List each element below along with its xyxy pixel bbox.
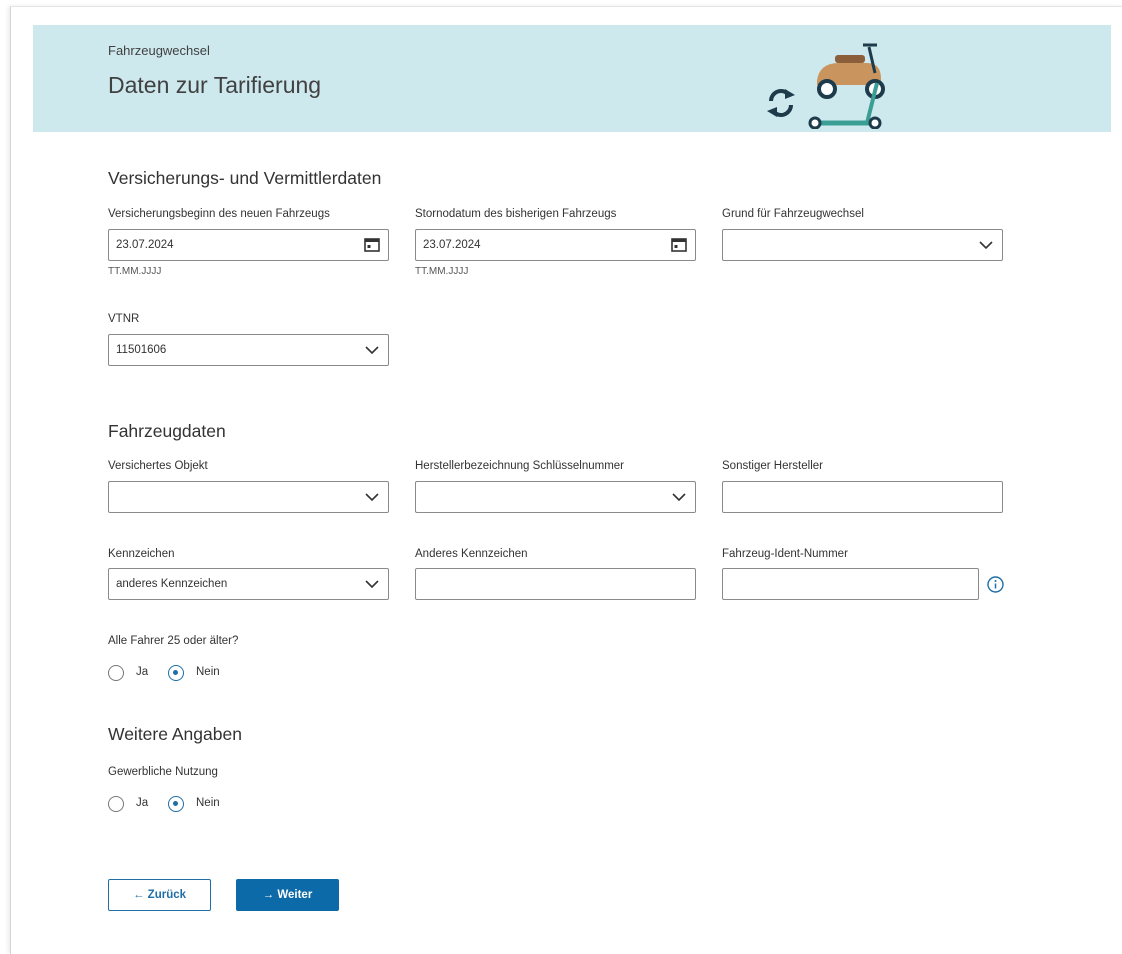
cancel-date-input[interactable]: 23.07.2024 [415, 229, 696, 261]
commercial-yes-label[interactable]: Ja [136, 797, 148, 809]
start-date-value: 23.07.2024 [116, 239, 174, 251]
calendar-icon[interactable] [671, 238, 687, 252]
commercial-no-radio[interactable] [168, 796, 184, 812]
chevron-down-icon [365, 346, 379, 355]
chevron-down-icon [365, 580, 379, 589]
reason-select[interactable] [722, 229, 1003, 261]
start-date-input[interactable]: 23.07.2024 [108, 229, 389, 261]
vtnr-select[interactable]: 11501606 [108, 334, 389, 366]
commercial-no-label[interactable]: Nein [196, 797, 220, 809]
other-plate-label: Anderes Kennzeichen [415, 548, 528, 560]
reason-label: Grund für Fahrzeugwechsel [722, 208, 864, 220]
drivers-yes-label[interactable]: Ja [136, 666, 148, 678]
calendar-icon[interactable] [364, 238, 380, 252]
drivers-no-label[interactable]: Nein [196, 666, 220, 678]
start-date-label: Versicherungsbeginn des neuen Fahrzeugs [108, 208, 330, 220]
vtnr-label: VTNR [108, 313, 140, 325]
back-button[interactable]: ← Zurück [108, 879, 211, 911]
maker-select[interactable] [415, 481, 696, 513]
vin-label: Fahrzeug-Ident-Nummer [722, 548, 848, 560]
vin-input[interactable] [722, 568, 979, 600]
object-select[interactable] [108, 481, 389, 513]
chevron-down-icon [672, 493, 686, 502]
chevron-down-icon [365, 493, 379, 502]
drivers-yes-radio[interactable] [108, 665, 124, 681]
drivers-no-radio[interactable] [168, 665, 184, 681]
page-title: Daten zur Tarifierung [108, 72, 322, 98]
breadcrumb: Fahrzeugwechsel [108, 43, 210, 58]
drivers-label: Alle Fahrer 25 oder älter? [108, 635, 239, 647]
plate-select[interactable]: anderes Kennzeichen [108, 568, 389, 600]
cancel-date-value: 23.07.2024 [423, 239, 481, 251]
maker-label: Herstellerbezeichnung Schlüsselnummer [415, 460, 625, 472]
other-plate-input[interactable] [415, 568, 696, 600]
vehicle-swap-illustration [767, 43, 885, 129]
section-title-insurance: Versicherungs- und Vermittlerdaten [108, 168, 382, 188]
plate-label: Kennzeichen [108, 548, 175, 560]
cancel-date-hint: TT.MM.JJJJ [415, 266, 469, 277]
cancel-date-label: Stornodatum des bisherigen Fahrzeugs [415, 208, 617, 220]
other-maker-input[interactable] [722, 481, 1003, 513]
chevron-down-icon [979, 241, 993, 250]
commercial-yes-radio[interactable] [108, 796, 124, 812]
other-maker-label: Sonstiger Hersteller [722, 460, 823, 472]
start-date-hint: TT.MM.JJJJ [108, 266, 162, 277]
object-label: Versichertes Objekt [108, 460, 208, 472]
commercial-label: Gewerbliche Nutzung [108, 766, 218, 778]
info-icon[interactable] [987, 576, 1004, 593]
next-button[interactable]: → Weiter [236, 879, 339, 911]
vtnr-value: 11501606 [116, 344, 167, 356]
section-title-more: Weitere Angaben [108, 724, 242, 744]
section-title-vehicle: Fahrzeugdaten [108, 421, 226, 441]
plate-value: anderes Kennzeichen [116, 578, 228, 590]
page-header: Fahrzeugwechsel Daten zur Tarifierung [33, 25, 1111, 132]
